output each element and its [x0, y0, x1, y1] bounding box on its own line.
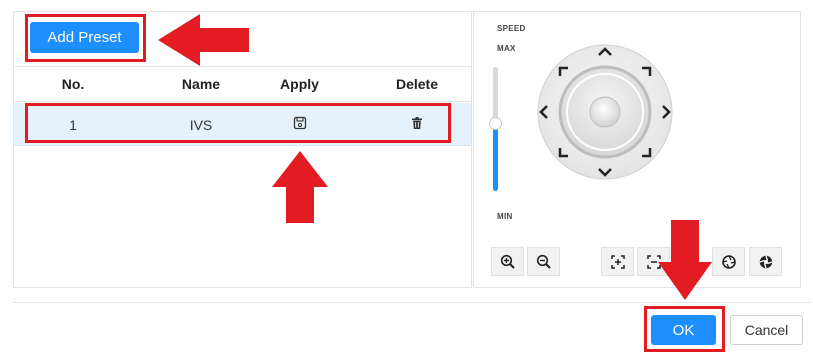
annotation-arrow-up-icon: [272, 151, 328, 223]
preset-table-header: No. Name Apply Delete: [14, 66, 471, 102]
preset-number: 1: [69, 117, 77, 133]
iris-close-button[interactable]: [749, 247, 782, 276]
save-icon: [293, 116, 306, 130]
column-header-delete: Delete: [395, 76, 439, 92]
add-preset-button[interactable]: Add Preset: [30, 22, 139, 53]
column-header-apply: Apply: [280, 76, 319, 92]
ok-button[interactable]: OK: [651, 315, 716, 345]
focus-near-icon: [610, 254, 625, 269]
iris-open-button[interactable]: [712, 247, 745, 276]
preset-dialog: Add Preset No. Name Apply Delete 1 IVS S…: [0, 0, 813, 354]
ptz-direction-pad[interactable]: [530, 42, 680, 182]
column-header-no: No.: [61, 76, 85, 92]
annotation-arrow-left-icon: [158, 14, 249, 66]
speed-slider-fill: [493, 123, 498, 191]
apply-preset-button[interactable]: [267, 116, 332, 133]
annotation-arrow-down-icon: [658, 220, 712, 300]
zoom-out-icon: [536, 254, 551, 269]
footer-divider: [13, 302, 811, 303]
speed-max-label: MAX: [497, 44, 516, 53]
speed-label: SPEED: [497, 24, 526, 33]
zoom-in-button[interactable]: [491, 247, 524, 276]
cancel-button[interactable]: Cancel: [730, 315, 803, 345]
speed-slider-handle[interactable]: [489, 117, 502, 130]
preset-name: IVS: [189, 117, 213, 133]
delete-preset-button[interactable]: [382, 116, 452, 133]
zoom-out-button[interactable]: [527, 247, 560, 276]
focus-near-button[interactable]: [601, 247, 634, 276]
iris-open-icon: [721, 254, 736, 269]
table-row[interactable]: 1 IVS: [14, 103, 471, 146]
ptz-center-knob[interactable]: [589, 96, 621, 128]
trash-icon: [412, 117, 422, 129]
speed-min-label: MIN: [497, 212, 513, 221]
zoom-in-icon: [500, 254, 515, 269]
column-header-name: Name: [181, 76, 221, 92]
iris-close-icon: [759, 255, 772, 268]
